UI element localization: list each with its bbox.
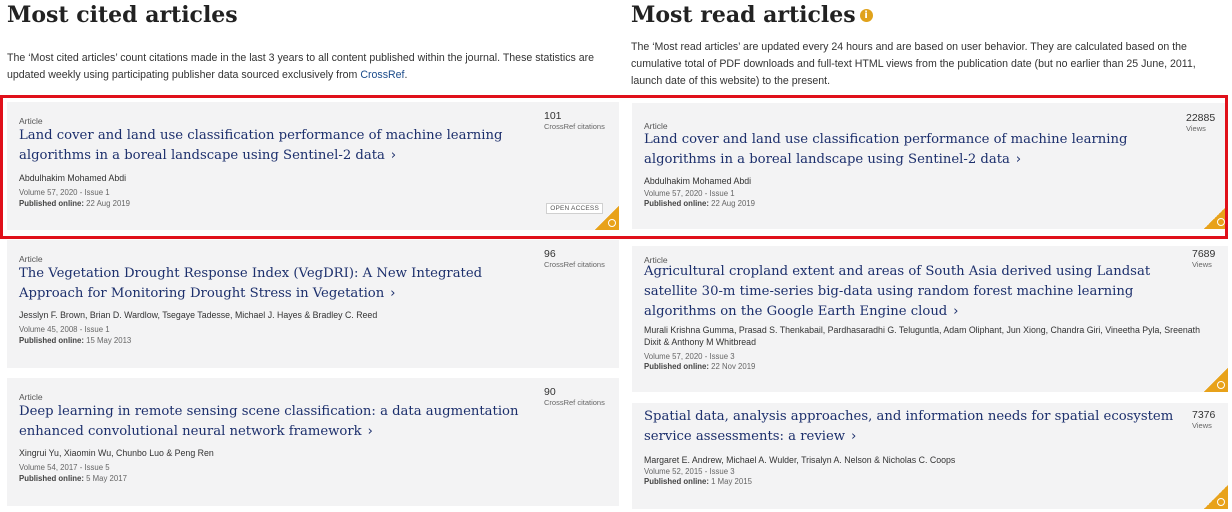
open-access-icon <box>1204 205 1228 229</box>
views-label: Views <box>1192 421 1212 430</box>
article-authors: Jesslyn F. Brown, Brian D. Wardlow, Tseg… <box>19 310 378 320</box>
article-title-link[interactable]: Deep learning in remote sensing scene cl… <box>19 402 544 442</box>
most-cited-article-3: Article Deep learning in remote sensing … <box>7 378 619 506</box>
most-cited-title: Most cited articles <box>7 2 238 28</box>
citation-label: CrossRef citations <box>544 398 605 407</box>
citation-count: 101 <box>544 110 562 122</box>
views-count: 7376 <box>1192 409 1216 421</box>
article-published: Published online: 22 Aug 2019 <box>644 199 755 208</box>
article-authors: Murali Krishna Gumma, Prasad S. Thenkaba… <box>644 325 1200 347</box>
most-cited-desc-end: . <box>404 69 408 81</box>
article-title-text[interactable]: The Vegetation Drought Response Index (V… <box>19 266 482 301</box>
citation-label: CrossRef citations <box>544 122 605 131</box>
open-access-icon <box>1204 368 1228 392</box>
published-label: Published online: <box>644 477 709 486</box>
article-volume: Volume 57, 2020 - Issue 3 <box>644 352 735 361</box>
views-count: 7689 <box>1192 248 1216 260</box>
published-label: Published online: <box>19 199 84 208</box>
most-cited-article-1: Article Land cover and land use classifi… <box>7 102 619 230</box>
article-title-text[interactable]: Agricultural cropland extent and areas o… <box>644 264 1150 319</box>
published-label: Published online: <box>644 199 709 208</box>
views-count: 22885 <box>1186 112 1216 124</box>
article-title-text[interactable]: Land cover and land use classification p… <box>19 128 502 163</box>
chevron-right-icon: › <box>1015 152 1022 167</box>
most-read-article-2: Article Agricultural cropland extent and… <box>632 246 1228 392</box>
article-authors: Abdulhakim Mohamed Abdi <box>19 173 127 183</box>
crossref-link[interactable]: CrossRef <box>360 69 404 81</box>
most-read-description: The ‘Most read articles’ are updated eve… <box>631 41 1196 87</box>
chevron-right-icon: › <box>390 148 397 163</box>
published-label: Published online: <box>19 474 84 483</box>
views-metric: 22885 Views <box>1186 112 1215 134</box>
citation-metric: 101 CrossRef citations <box>544 110 605 132</box>
published-date: 1 May 2015 <box>711 477 752 486</box>
article-published: Published online: 22 Aug 2019 <box>19 199 130 208</box>
most-read-article-1: Article Land cover and land use classifi… <box>632 103 1228 229</box>
article-type: Article <box>19 392 43 402</box>
citation-metric: 90 CrossRef citations <box>544 386 605 408</box>
article-title-link[interactable]: Land cover and land use classification p… <box>644 130 1179 170</box>
most-cited-desc-text: The ‘Most cited articles’ count citation… <box>7 52 595 81</box>
article-published: Published online: 5 May 2017 <box>19 474 127 483</box>
published-label: Published online: <box>644 362 709 371</box>
article-volume: Volume 52, 2015 - Issue 3 <box>644 467 735 476</box>
article-authors: Xingrui Yu, Xiaomin Wu, Chunbo Luo & Pen… <box>19 448 214 458</box>
published-date: 5 May 2017 <box>86 474 127 483</box>
article-title-link[interactable]: Land cover and land use classification p… <box>19 126 544 166</box>
published-date: 22 Aug 2019 <box>86 199 130 208</box>
chevron-right-icon: › <box>851 429 857 444</box>
article-title-text[interactable]: Land cover and land use classification p… <box>644 132 1127 167</box>
most-read-title: Most read articles i <box>631 2 873 28</box>
views-label: Views <box>1186 124 1206 133</box>
most-read-article-3: Spatial data, analysis approaches, and i… <box>632 403 1228 509</box>
article-title-link[interactable]: Agricultural cropland extent and areas o… <box>644 262 1189 322</box>
published-date: 22 Nov 2019 <box>711 362 756 371</box>
chevron-right-icon: › <box>953 304 959 319</box>
article-volume: Volume 54, 2017 - Issue 5 <box>19 463 110 472</box>
article-volume: Volume 57, 2020 - Issue 1 <box>19 188 110 197</box>
article-published: Published online: 15 May 2013 <box>19 336 131 345</box>
open-access-icon <box>1204 485 1228 509</box>
most-cited-article-2: Article The Vegetation Drought Response … <box>7 240 619 368</box>
info-icon[interactable]: i <box>859 8 873 22</box>
article-volume: Volume 57, 2020 - Issue 1 <box>644 189 735 198</box>
article-published: Published online: 1 May 2015 <box>644 477 752 486</box>
article-title-link[interactable]: Spatial data, analysis approaches, and i… <box>644 407 1174 447</box>
article-type: Article <box>19 116 43 126</box>
citation-count: 90 <box>544 386 556 398</box>
views-metric: 7376 Views <box>1192 409 1215 431</box>
citation-label: CrossRef citations <box>544 260 605 269</box>
published-label: Published online: <box>19 336 84 345</box>
chevron-right-icon: › <box>390 286 396 301</box>
article-published: Published online: 22 Nov 2019 <box>644 362 755 371</box>
published-date: 15 May 2013 <box>86 336 132 345</box>
article-volume: Volume 45, 2008 - Issue 1 <box>19 325 110 334</box>
article-title-text[interactable]: Deep learning in remote sensing scene cl… <box>19 404 519 439</box>
article-title-text[interactable]: Spatial data, analysis approaches, and i… <box>644 409 1173 444</box>
views-label: Views <box>1192 260 1212 269</box>
views-metric: 7689 Views <box>1192 248 1215 270</box>
article-authors: Abdulhakim Mohamed Abdi <box>644 176 752 186</box>
most-cited-description: The ‘Most cited articles’ count citation… <box>7 50 607 84</box>
article-type: Article <box>19 254 43 264</box>
most-read-title-text: Most read articles <box>631 2 856 28</box>
citation-count: 96 <box>544 248 556 260</box>
article-title-link[interactable]: The Vegetation Drought Response Index (V… <box>19 264 544 304</box>
chevron-right-icon: › <box>367 424 373 439</box>
open-access-icon <box>595 206 619 230</box>
published-date: 22 Aug 2019 <box>711 199 755 208</box>
article-authors: Margaret E. Andrew, Michael A. Wulder, T… <box>644 455 956 465</box>
citation-metric: 96 CrossRef citations <box>544 248 605 270</box>
